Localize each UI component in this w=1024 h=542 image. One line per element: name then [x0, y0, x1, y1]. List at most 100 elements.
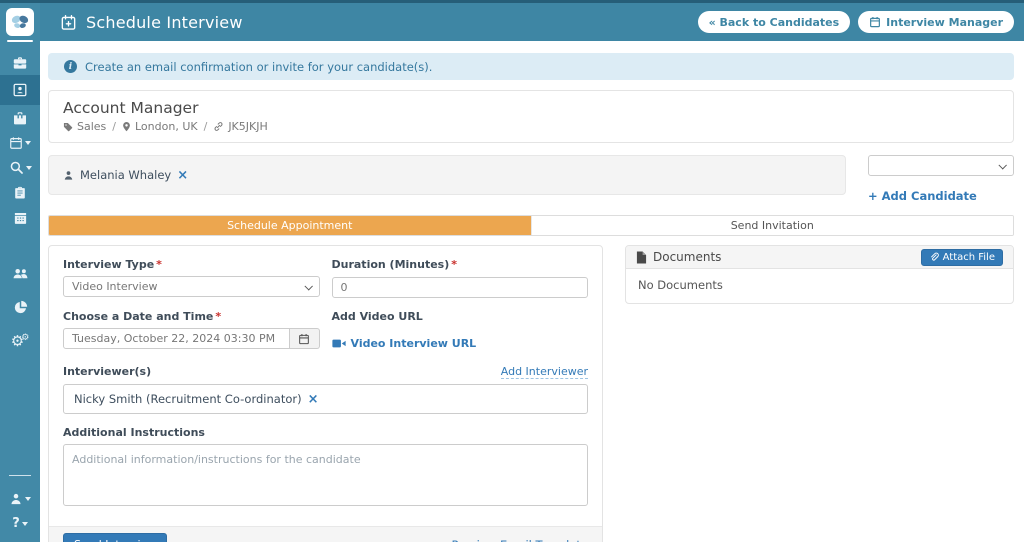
duration-input[interactable]	[332, 277, 589, 298]
sidebar: ⚙⚙ ?	[0, 3, 40, 542]
butterfly-logo-icon	[10, 13, 30, 31]
page-title: Schedule Interview	[86, 13, 243, 32]
sidebar-divider	[9, 475, 31, 476]
search-icon	[9, 160, 24, 175]
users-icon	[12, 266, 29, 281]
briefcase-icon	[12, 55, 28, 71]
documents-header: Documents Attach File	[626, 246, 1013, 269]
page-content: i Create an email confirmation or invite…	[40, 41, 1024, 542]
file-icon	[636, 251, 647, 264]
schedule-tabs: Schedule Appointment Send Invitation	[48, 215, 1014, 236]
toolbox-icon	[12, 110, 28, 126]
page-title-group: Schedule Interview	[60, 13, 243, 32]
sidebar-item-companies[interactable]	[0, 105, 40, 130]
back-to-candidates-button[interactable]: « Back to Candidates	[698, 11, 851, 33]
map-pin-icon	[122, 121, 131, 132]
user-icon	[9, 492, 23, 506]
calendar-grid-icon	[13, 210, 28, 225]
sidebar-bottom: ?	[0, 475, 40, 542]
tab-schedule-appointment[interactable]: Schedule Appointment	[49, 216, 531, 235]
sidebar-item-candidates[interactable]	[0, 75, 40, 105]
sidebar-item-interviews[interactable]	[0, 130, 40, 155]
sidebar-item-settings[interactable]: ⚙⚙	[0, 324, 40, 358]
form-footer: Send Interview Preview Email Template	[49, 526, 602, 542]
interview-type-value: Video Interview	[72, 280, 157, 293]
documents-card: Documents Attach File	[625, 245, 1014, 304]
id-card-icon	[12, 82, 28, 98]
chevron-down-icon	[998, 161, 1006, 169]
documents-empty-text: No Documents	[638, 278, 723, 292]
remove-interviewer-icon[interactable]: ×	[308, 393, 319, 406]
attach-file-label: Attach File	[943, 252, 995, 263]
required-marker: *	[215, 310, 221, 323]
calendar-plus-icon	[60, 14, 77, 31]
pie-chart-icon	[13, 300, 28, 315]
schedule-form-card: Interview Type* Video Interview	[48, 245, 603, 542]
sidebar-item-reports[interactable]	[0, 290, 40, 324]
chevron-down-icon	[25, 141, 31, 145]
chevron-down-icon	[304, 282, 312, 290]
paperclip-icon	[929, 252, 939, 262]
candidate-row: Melania Whaley × + Add Candidate	[48, 155, 1014, 204]
info-icon: i	[64, 60, 77, 73]
interview-manager-button[interactable]: Interview Manager	[858, 11, 1014, 33]
sidebar-item-help[interactable]: ?	[0, 511, 40, 536]
add-interviewer-link[interactable]: Add Interviewer	[501, 365, 588, 379]
chevron-down-icon	[26, 166, 32, 170]
sidebar-item-contacts[interactable]	[0, 256, 40, 290]
add-candidate-link[interactable]: + Add Candidate	[868, 189, 977, 203]
interviewer-name: Nicky Smith (Recruitment Co-ordinator)	[74, 392, 302, 406]
preview-email-template-link[interactable]: Preview Email Template	[452, 538, 588, 542]
header-actions: « Back to Candidates Interview Manager	[698, 11, 1014, 33]
tab-send-invitation[interactable]: Send Invitation	[531, 216, 1014, 235]
send-interview-button[interactable]: Send Interview	[63, 533, 167, 542]
datetime-input[interactable]	[63, 328, 290, 349]
datetime-input-group	[63, 328, 320, 349]
info-banner: i Create an email confirmation or invite…	[48, 53, 1014, 80]
candidate-picker-column: + Add Candidate	[868, 155, 1014, 204]
calendar-icon	[298, 333, 310, 345]
tag-icon	[63, 122, 73, 132]
interview-type-label: Interview Type*	[63, 258, 320, 271]
remove-candidate-icon[interactable]: ×	[177, 169, 188, 182]
sidebar-item-jobs[interactable]	[0, 50, 40, 75]
top-header: Schedule Interview « Back to Candidates	[40, 3, 1024, 41]
calendar-icon	[869, 16, 881, 28]
documents-title: Documents	[653, 250, 721, 264]
link-icon	[213, 121, 224, 132]
sidebar-item-calendar[interactable]	[0, 205, 40, 230]
datetime-calendar-button[interactable]	[290, 328, 320, 349]
candidate-select[interactable]	[868, 155, 1014, 176]
candidate-chip: Melania Whaley ×	[63, 168, 188, 182]
app-logo[interactable]	[6, 8, 34, 36]
video-camera-icon	[332, 338, 346, 349]
sidebar-item-tasks[interactable]	[0, 180, 40, 205]
required-marker: *	[451, 258, 457, 271]
candidate-name: Melania Whaley	[80, 168, 171, 182]
job-reference: JK5JKJH	[213, 120, 267, 133]
required-marker: *	[156, 258, 162, 271]
job-title: Account Manager	[63, 99, 999, 117]
job-location: London, UK	[122, 120, 198, 133]
sidebar-item-search[interactable]	[0, 155, 40, 180]
interview-type-select[interactable]: Video Interview	[63, 276, 320, 297]
duration-label: Duration (Minutes)*	[332, 258, 589, 271]
attach-file-button[interactable]: Attach File	[921, 249, 1003, 266]
additional-instructions-textarea[interactable]	[63, 444, 588, 506]
documents-body: No Documents	[626, 269, 1013, 303]
chevron-down-icon	[22, 522, 28, 526]
clipboard-icon	[13, 185, 27, 200]
info-banner-text: Create an email confirmation or invite f…	[85, 60, 432, 74]
interviewers-label: Interviewer(s)	[63, 365, 151, 378]
logo-underline	[7, 40, 33, 42]
meta-separator: /	[204, 120, 208, 133]
interviewers-box: Nicky Smith (Recruitment Co-ordinator) ×	[63, 384, 588, 414]
interviewer-chip: Nicky Smith (Recruitment Co-ordinator) ×	[74, 392, 319, 406]
datetime-label: Choose a Date and Time*	[63, 310, 320, 323]
video-interview-url-link[interactable]: Video Interview URL	[332, 337, 477, 350]
job-meta: Sales / London, UK /	[63, 120, 999, 133]
gear-icon: ⚙⚙	[11, 334, 30, 349]
calendar-icon	[9, 136, 23, 150]
job-department: Sales	[63, 120, 106, 133]
sidebar-item-account[interactable]	[0, 486, 40, 511]
